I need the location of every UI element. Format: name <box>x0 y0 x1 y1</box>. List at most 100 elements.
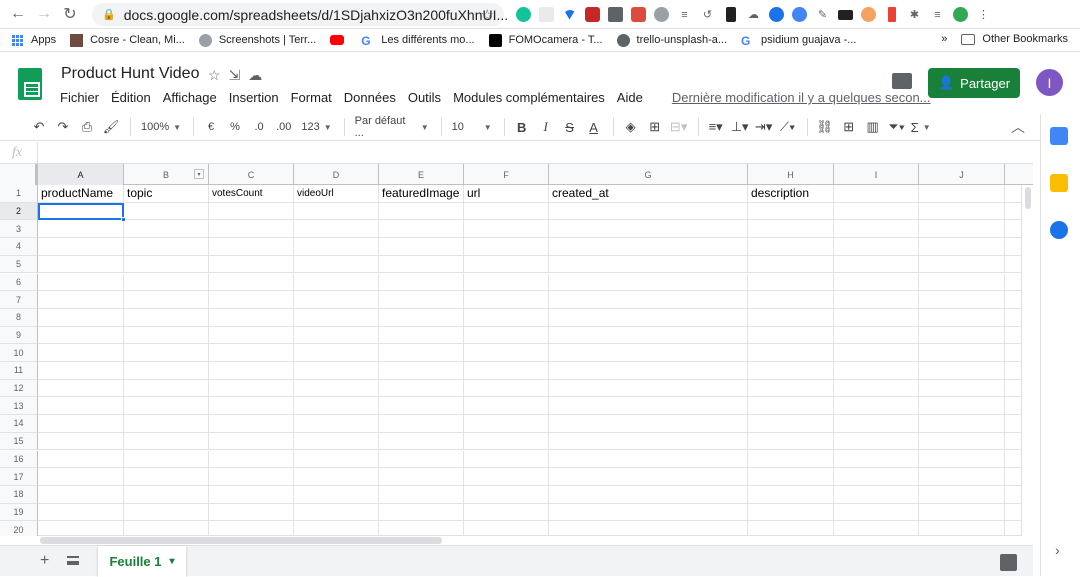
cell[interactable] <box>124 344 209 362</box>
move-folder-icon[interactable]: ⇲ <box>229 67 241 84</box>
cell[interactable] <box>124 415 209 433</box>
cell[interactable] <box>919 202 1005 221</box>
cell[interactable] <box>38 450 124 469</box>
cell[interactable] <box>464 415 549 433</box>
todoist-icon[interactable] <box>627 4 650 25</box>
cell[interactable] <box>919 397 1005 416</box>
currency-button[interactable]: € <box>200 116 222 138</box>
cell[interactable] <box>209 273 294 292</box>
cell[interactable] <box>748 202 834 221</box>
font-size-select[interactable]: 10 ▼ <box>448 116 496 138</box>
cell[interactable] <box>124 255 209 274</box>
cell[interactable] <box>294 521 379 536</box>
cell[interactable] <box>294 238 379 256</box>
cell[interactable] <box>464 220 549 239</box>
cell[interactable] <box>294 503 379 522</box>
cell[interactable] <box>294 220 379 239</box>
cell[interactable] <box>748 238 834 256</box>
avatar-extension-icon[interactable] <box>857 4 880 25</box>
cell[interactable] <box>748 415 834 433</box>
cell[interactable] <box>209 220 294 239</box>
share-button[interactable]: 👤 Partager <box>928 68 1020 98</box>
cell[interactable] <box>124 379 209 398</box>
cell[interactable] <box>549 291 748 309</box>
bookmark-fomocamera[interactable]: FOMOcamera - T... <box>488 33 603 47</box>
italic-icon[interactable]: I <box>535 116 557 138</box>
more-menu-icon[interactable]: ⋮ <box>972 4 995 25</box>
merge-cells-icon[interactable]: ⊟▾ <box>668 116 690 138</box>
cell[interactable] <box>124 238 209 256</box>
cell[interactable] <box>549 379 748 398</box>
cell[interactable] <box>124 362 209 380</box>
cell[interactable] <box>209 326 294 345</box>
functions-button[interactable]: Σ ▼ <box>910 116 932 138</box>
cell[interactable] <box>124 308 209 327</box>
row-header-3[interactable]: 3 <box>0 220 38 239</box>
cell[interactable] <box>834 362 919 380</box>
shopping-icon[interactable] <box>604 4 627 25</box>
cell[interactable] <box>294 362 379 380</box>
row-header-6[interactable]: 6 <box>0 273 38 292</box>
cell[interactable] <box>294 415 379 433</box>
cell[interactable] <box>748 344 834 362</box>
cell[interactable] <box>464 397 549 416</box>
menu-aide[interactable]: Aide <box>617 90 643 105</box>
cell[interactable] <box>209 379 294 398</box>
list-icon[interactable]: ≡ <box>673 4 696 25</box>
cell[interactable] <box>748 362 834 380</box>
reading-list-icon[interactable]: ≡ <box>926 4 949 25</box>
zoom-select[interactable]: 100% ▼ <box>137 116 185 138</box>
calendar-icon[interactable] <box>1050 127 1068 145</box>
cell[interactable] <box>834 220 919 239</box>
horizontal-align-icon[interactable]: ≡▾ <box>705 116 727 138</box>
tasks-icon[interactable] <box>1050 221 1068 239</box>
cell[interactable] <box>379 521 464 536</box>
bookmark-les-differents[interactable]: G Les différents mo... <box>361 34 474 48</box>
vimeo-icon[interactable] <box>558 4 581 25</box>
font-select[interactable]: Par défaut ... ▼ <box>351 115 433 139</box>
column-filter-icon[interactable]: ▾ <box>194 169 204 179</box>
sheet-tab[interactable]: Feuille 1 ▾ <box>98 546 186 577</box>
cell[interactable] <box>464 379 549 398</box>
cell[interactable] <box>209 238 294 256</box>
insert-chart-icon[interactable]: ▥ <box>862 116 884 138</box>
compass-icon[interactable] <box>788 4 811 25</box>
cell[interactable] <box>124 397 209 416</box>
scroll-thumb[interactable] <box>40 537 442 544</box>
cell[interactable] <box>209 521 294 536</box>
lock-extension-icon[interactable] <box>719 4 742 25</box>
cell[interactable] <box>124 273 209 292</box>
cell[interactable] <box>379 255 464 274</box>
cell[interactable] <box>549 468 748 486</box>
cloud-status-icon[interactable]: ☁ <box>248 67 262 84</box>
header-cell[interactable]: featuredImage <box>379 185 464 203</box>
cell[interactable] <box>294 273 379 292</box>
increase-decimal-button[interactable]: .00 <box>272 116 295 138</box>
cell[interactable] <box>379 273 464 292</box>
cell[interactable] <box>38 273 124 292</box>
cloud-icon[interactable]: ☁ <box>742 4 765 25</box>
cell[interactable] <box>549 344 748 362</box>
cell[interactable] <box>124 450 209 469</box>
bold-icon[interactable]: B <box>511 116 533 138</box>
borders-icon[interactable]: ⊞ <box>644 116 666 138</box>
cell[interactable] <box>919 362 1005 380</box>
cell[interactable] <box>464 202 549 221</box>
cell[interactable] <box>209 397 294 416</box>
bookmark-psidium[interactable]: G psidium guajava -... <box>741 34 856 48</box>
cell[interactable] <box>209 468 294 486</box>
column-header-i[interactable]: I <box>834 164 919 185</box>
document-title[interactable]: Product Hunt Video <box>61 65 199 83</box>
header-cell[interactable]: created_at <box>549 185 748 203</box>
row-header-19[interactable]: 19 <box>0 503 38 522</box>
menu-fichier[interactable]: Fichier <box>60 90 99 105</box>
cell[interactable] <box>38 521 124 536</box>
cell[interactable] <box>464 432 549 451</box>
cell[interactable] <box>748 397 834 416</box>
menu-edition[interactable]: Édition <box>111 90 151 105</box>
expand-panel-icon[interactable]: › <box>1055 542 1060 558</box>
cell[interactable] <box>379 379 464 398</box>
cell[interactable] <box>124 485 209 504</box>
cell[interactable] <box>38 255 124 274</box>
header-cell[interactable]: description <box>748 185 834 203</box>
